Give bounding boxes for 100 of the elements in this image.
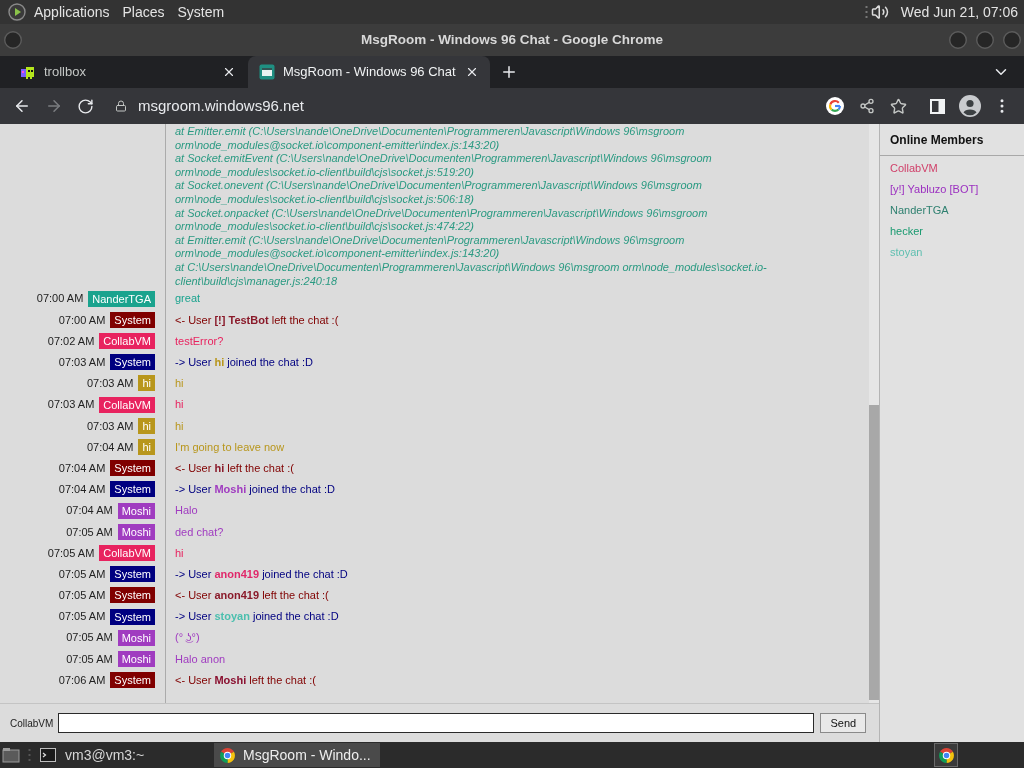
timestamp: 07:04 AM bbox=[66, 503, 113, 519]
nickname-label: CollabVM bbox=[10, 716, 54, 731]
play-circle-icon[interactable] bbox=[8, 3, 26, 21]
timestamp: 07:00 AM bbox=[58, 312, 106, 328]
username-badge[interactable]: System bbox=[110, 566, 155, 583]
member-name[interactable]: [y!] Yabluzo [BOT] bbox=[890, 181, 979, 198]
message-text: hi bbox=[175, 397, 184, 413]
window-title: MsgRoom - Windows 96 Chat - Google Chrome bbox=[360, 30, 664, 49]
scrollbar-thumb[interactable] bbox=[869, 405, 879, 700]
close-icon[interactable] bbox=[465, 65, 479, 79]
browser-icon bbox=[937, 746, 955, 764]
system-message: -> User hi joined the chat :D bbox=[175, 355, 313, 371]
timestamp: 07:03 AM bbox=[86, 418, 134, 434]
system-message: -> User stoyan joined the chat :D bbox=[175, 609, 339, 625]
terminal-icon bbox=[40, 748, 56, 762]
browser-icon bbox=[219, 746, 236, 764]
chat-window-icon bbox=[259, 64, 275, 80]
error-trace-line: at Emitter.emit (C:\Users\nande\OneDrive\Documenten\Programmeren\Javascript\Windows 96\msgroom orm\node_modules@socket.io\component-emitter\index.js:143:20) bbox=[175, 233, 686, 261]
timestamp: 07:00 AM bbox=[36, 291, 84, 307]
timestamp: 07:04 AM bbox=[58, 482, 106, 498]
username-badge[interactable]: CollabVM bbox=[99, 396, 155, 413]
message-text: great bbox=[175, 291, 201, 307]
username-badge[interactable]: System bbox=[110, 481, 155, 498]
username-badge[interactable]: CollabVM bbox=[99, 333, 155, 350]
menu-item[interactable]: System bbox=[177, 1, 225, 23]
timestamp: 07:03 AM bbox=[58, 355, 106, 371]
message-input[interactable] bbox=[58, 713, 815, 733]
timestamp: 07:05 AM bbox=[58, 588, 106, 604]
drag-handle-icon bbox=[28, 748, 31, 762]
timestamp: 07:04 AM bbox=[58, 460, 106, 476]
timestamp: 07:05 AM bbox=[47, 545, 95, 561]
username-badge[interactable]: System bbox=[110, 608, 155, 625]
system-message: -> User Moshi joined the chat :D bbox=[175, 482, 335, 498]
taskbar-item[interactable]: vm3@vm3:~ bbox=[34, 743, 200, 767]
profile-icon[interactable] bbox=[959, 95, 981, 117]
username-badge[interactable]: Moshi bbox=[117, 650, 155, 667]
drag-handle-icon bbox=[864, 5, 868, 19]
username-badge[interactable]: System bbox=[110, 587, 155, 604]
message-text: Halo bbox=[175, 503, 198, 519]
message-text: hi bbox=[175, 418, 184, 434]
error-trace-line: at C:\Users\nande\OneDrive\Documenten\Programmeren\Javascript\Windows 96\msgroom orm\node_modules\socket.io-client\build\cjs\manager.js:240:18 bbox=[175, 260, 768, 289]
error-trace-line: at Socket.emitEvent (C:\Users\nande\OneDrive\Documenten\Programmeren\Javascript\Windows 96\msgroom orm\node_modules\socket.io-client\build\cjs\socket.js:519:20) bbox=[175, 152, 713, 180]
timestamp: 07:05 AM bbox=[58, 609, 106, 625]
username-badge[interactable]: Moshi bbox=[117, 502, 155, 519]
timestamp: 07:06 AM bbox=[58, 672, 106, 688]
pixel-ghost-icon bbox=[20, 64, 36, 80]
message-text: testError? bbox=[175, 333, 224, 349]
clock-text[interactable]: Wed Jun 21, 07:06 bbox=[900, 1, 1018, 23]
star-icon[interactable] bbox=[890, 97, 907, 115]
system-message: <- User [!] TestBot left the chat :( bbox=[175, 312, 339, 328]
system-message: <- User hi left the chat :( bbox=[175, 460, 294, 476]
member-name[interactable]: NanderTGA bbox=[890, 202, 949, 219]
browser-tab[interactable]: trollbox bbox=[8, 56, 248, 88]
message-text: Halo anon bbox=[175, 651, 226, 667]
username-badge[interactable]: Moshi bbox=[117, 523, 155, 540]
username-badge[interactable]: System bbox=[110, 672, 155, 689]
lock-icon[interactable] bbox=[115, 100, 127, 112]
error-trace-line: at Socket.onpacket (C:\Users\nande\OneDrive\Documenten\Programmeren\Javascript\Windows 96\msgroom orm\node_modules\socket.io-client\build\cjs\socket.js:474:22) bbox=[175, 206, 709, 234]
timestamp: 07:04 AM bbox=[86, 439, 134, 455]
send-button[interactable]: Send bbox=[820, 713, 867, 733]
timestamp: 07:03 AM bbox=[47, 397, 95, 413]
message-text: ded chat? bbox=[175, 524, 224, 540]
timestamp: 07:03 AM bbox=[86, 376, 134, 392]
message-text: I'm going to leave now bbox=[175, 439, 285, 455]
timestamp: 07:05 AM bbox=[66, 524, 113, 540]
username-badge[interactable]: System bbox=[110, 311, 155, 328]
error-trace-line: at Socket.onevent (C:\Users\nande\OneDrive\Documenten\Programmeren\Javascript\Windows 96\msgroom orm\node_modules\socket.io-client\build\cjs\socket.js:506:18) bbox=[175, 179, 703, 207]
timestamp: 07:05 AM bbox=[66, 630, 113, 646]
speaker-icon[interactable] bbox=[870, 3, 889, 21]
username-badge[interactable]: Moshi bbox=[117, 629, 155, 646]
g-logo-icon[interactable] bbox=[826, 97, 844, 115]
close-icon[interactable] bbox=[222, 65, 236, 79]
menu-item[interactable]: Places bbox=[122, 1, 165, 23]
username-badge[interactable]: System bbox=[110, 354, 155, 371]
error-trace-line: at Emitter.emit (C:\Users\nande\OneDrive\Documenten\Programmeren\Javascript\Windows 96\msgroom orm\node_modules@socket.io\component-emitter\index.js:143:20) bbox=[175, 125, 686, 153]
username-badge[interactable]: CollabVM bbox=[99, 544, 155, 561]
scrollbar[interactable] bbox=[869, 124, 879, 703]
message-text: (° ͜ʖ°) bbox=[175, 630, 200, 646]
new-tab-icon[interactable] bbox=[500, 63, 518, 81]
panel-heading: Online Members bbox=[890, 131, 984, 149]
member-name[interactable]: CollabVM bbox=[890, 160, 938, 177]
username-badge[interactable]: System bbox=[110, 460, 155, 477]
message-text: hi bbox=[175, 545, 184, 561]
timestamp: 07:02 AM bbox=[47, 333, 95, 349]
show-desktop-icon[interactable] bbox=[2, 747, 20, 763]
system-message: <- User anon419 left the chat :( bbox=[175, 588, 329, 604]
timestamp: 07:05 AM bbox=[66, 651, 113, 667]
share-icon[interactable] bbox=[859, 98, 875, 114]
menu-item[interactable]: Applications bbox=[34, 1, 110, 23]
reload-icon[interactable] bbox=[77, 97, 94, 115]
system-message: <- User Moshi left the chat :( bbox=[175, 672, 316, 688]
timestamp: 07:05 AM bbox=[58, 566, 106, 582]
system-message: -> User anon419 joined the chat :D bbox=[175, 566, 348, 582]
taskbar-item[interactable]: MsgRoom - Windo... bbox=[214, 743, 380, 767]
url-text[interactable]: msgroom.windows96.net bbox=[138, 94, 304, 118]
back-icon[interactable] bbox=[13, 97, 31, 115]
message-text: hi bbox=[175, 376, 184, 392]
tray-browser-button[interactable] bbox=[934, 743, 958, 767]
side-panel-icon[interactable] bbox=[930, 98, 945, 114]
browser-tab[interactable]: MsgRoom - Windows 96 Chat bbox=[248, 56, 490, 88]
